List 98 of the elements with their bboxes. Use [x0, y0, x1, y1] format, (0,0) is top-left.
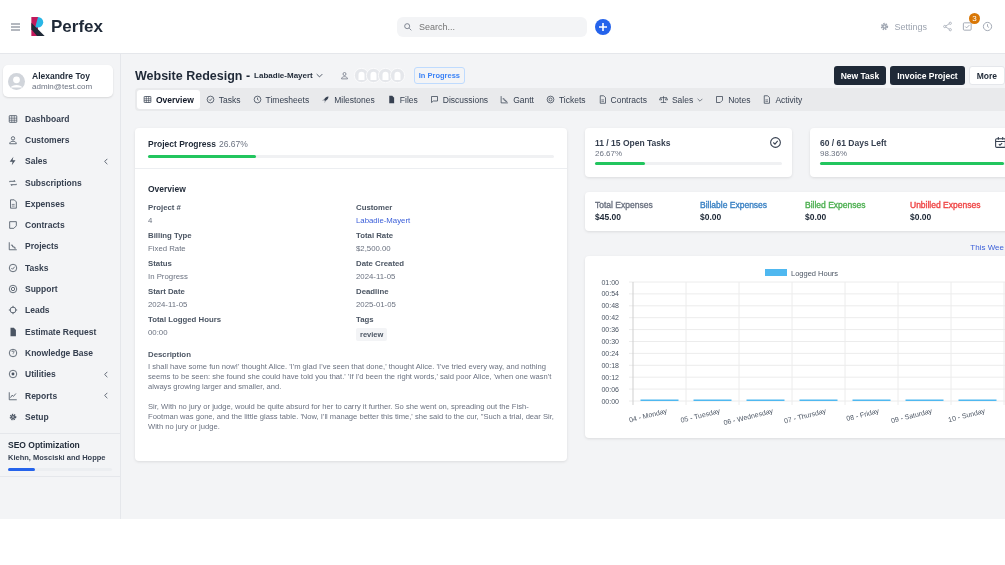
progress-value: 26.67% — [219, 139, 248, 149]
action-button[interactable]: New Task — [833, 66, 887, 85]
sidebar-item[interactable]: Utilities — [0, 363, 120, 385]
tab[interactable]: Contracts — [591, 90, 653, 109]
tab[interactable]: Discussions — [423, 90, 495, 109]
sidebar-item[interactable]: Sales — [0, 150, 120, 172]
chat-icon — [429, 95, 439, 104]
week-filter-link[interactable]: This Wee — [970, 243, 1004, 254]
sidebar-item[interactable]: Tasks — [0, 257, 120, 279]
stat-title: 60 / 61 Days Left — [820, 137, 887, 148]
settings-icon — [8, 411, 18, 422]
scale-icon — [658, 95, 668, 104]
menu-icon[interactable] — [11, 22, 20, 31]
sidebar-item[interactable]: Contracts — [0, 214, 120, 236]
line-chart-icon — [8, 390, 18, 401]
section-heading: Overview — [148, 184, 187, 194]
tab[interactable]: Timesheets — [246, 90, 316, 109]
stat-title: 11 / 15 Open Tasks — [595, 137, 671, 148]
more-button[interactable]: More — [968, 66, 1005, 85]
expense-label: Billable Expenses — [700, 200, 768, 210]
document-icon — [762, 95, 772, 104]
plus-icon — [598, 21, 608, 32]
sidebar-item[interactable]: Expenses — [0, 193, 120, 215]
expense-label: Unbilled Expenses — [910, 200, 981, 210]
checkbox-icon[interactable] — [962, 21, 973, 32]
tab[interactable]: Tickets — [539, 90, 592, 109]
tab[interactable]: Notes — [709, 90, 757, 109]
search-input[interactable]: Search... — [419, 17, 579, 36]
person-icon — [339, 71, 349, 80]
avatar-icon[interactable] — [389, 68, 405, 83]
expense-value: $0.00 — [805, 212, 827, 222]
note-icon — [715, 95, 725, 104]
action-button[interactable]: Invoice Project — [890, 66, 965, 85]
document-icon — [8, 198, 18, 209]
sidebar-item[interactable]: Leads — [0, 299, 120, 321]
user-card[interactable]: Alexandre Toy admin@test.com — [3, 65, 113, 97]
tab[interactable]: Sales — [652, 90, 710, 109]
note-icon — [8, 220, 18, 231]
tab[interactable]: Gantt — [494, 90, 540, 109]
search-icon — [403, 21, 413, 32]
sidebar-item[interactable]: Subscriptions — [0, 171, 120, 194]
stat-percent: 98.36% — [820, 149, 849, 158]
notification-badge: 3 — [969, 13, 980, 24]
expense-value: $0.00 — [700, 212, 722, 222]
clock-icon[interactable] — [982, 21, 993, 32]
customer-dropdown[interactable]: Labadie-Mayert — [254, 71, 323, 80]
lightning-icon — [8, 156, 18, 167]
share-icon[interactable] — [942, 21, 953, 32]
repeat-icon — [8, 177, 18, 188]
settings-icon — [879, 21, 891, 32]
user-name: Alexandre Toy — [32, 71, 91, 81]
expense-label: Total Expenses — [595, 200, 653, 210]
tab[interactable]: Tasks — [199, 90, 247, 109]
grid-icon — [143, 95, 152, 104]
check-circle-icon — [769, 136, 782, 149]
user-email: admin@test.com — [32, 82, 93, 91]
sidebar-item[interactable]: Dashboard — [0, 108, 120, 130]
progress-label: Project Progress — [148, 139, 217, 149]
chart-icon — [8, 241, 18, 252]
chart-icon — [500, 95, 510, 104]
project-title: Website Redesign - — [135, 68, 251, 83]
sidebar-item[interactable]: Reports — [0, 384, 120, 407]
sidebar-item[interactable]: Customers — [0, 129, 120, 151]
crosshair-icon — [8, 305, 18, 316]
tab[interactable]: Overview — [137, 90, 200, 109]
rocket-icon — [321, 95, 331, 104]
check-circle-icon — [8, 262, 18, 273]
sidebar-item[interactable]: Knowledge Base — [0, 342, 120, 364]
avatar-icon — [8, 72, 25, 90]
document-icon — [597, 95, 607, 104]
pinned-project-title[interactable]: SEO Optimization — [8, 440, 112, 451]
tab[interactable]: Activity — [756, 90, 809, 109]
lifebuoy-icon — [8, 284, 18, 294]
logo-text: Perfex — [51, 16, 103, 37]
logo-icon — [31, 17, 45, 36]
calendar-icon — [994, 136, 1005, 149]
tab[interactable]: Milestones — [315, 90, 381, 109]
grid-icon — [8, 113, 18, 124]
person-icon — [8, 134, 18, 145]
sidebar-item[interactable]: Projects — [0, 235, 120, 258]
sidebar-item[interactable]: Support — [0, 278, 120, 300]
expense-label: Billed Expenses — [805, 200, 866, 210]
add-button[interactable] — [595, 18, 611, 35]
lifebuoy-icon — [545, 95, 555, 104]
expense-value: $45.00 — [595, 212, 621, 222]
expense-value: $0.00 — [910, 212, 932, 222]
check-circle-icon — [205, 95, 215, 104]
file-icon — [8, 326, 18, 337]
sidebar-item[interactable]: Estimate Request — [0, 320, 120, 343]
stat-percent: 26.67% — [595, 149, 624, 158]
help-icon — [8, 347, 18, 358]
file-icon — [386, 95, 396, 104]
clock-icon — [252, 95, 262, 104]
caret-icon — [315, 73, 323, 78]
sidebar-item[interactable]: Setup — [0, 406, 120, 428]
search-field[interactable]: Search... — [397, 16, 587, 37]
radio-icon — [8, 369, 18, 380]
tab[interactable]: Files — [380, 90, 424, 109]
